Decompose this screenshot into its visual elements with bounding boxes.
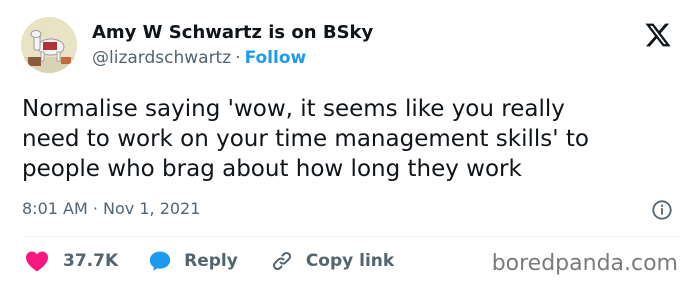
watermark: boredpanda.com (491, 251, 678, 276)
tweet-timestamp[interactable]: 8:01 AM · Nov 1, 2021 (22, 199, 200, 218)
tweet-text-line: people who brag about how long they work (22, 156, 522, 182)
reply-button[interactable]: Reply (148, 249, 238, 273)
divider (22, 236, 678, 237)
tweet-text-line: need to work on your time management ski… (22, 126, 589, 152)
author-handle[interactable]: @lizardschwartz (92, 48, 231, 68)
action-bar: 37.7K Reply Copy link (22, 248, 394, 274)
link-icon (272, 251, 291, 271)
llama-avatar-icon (21, 17, 77, 73)
author-handle-row: @lizardschwartz · Follow (92, 48, 306, 68)
tweet-text-line: Normalise saying 'wow, it seems like you… (22, 96, 565, 122)
heart-icon (26, 251, 48, 272)
like-count: 37.7K (63, 251, 119, 271)
x-logo-icon[interactable] (643, 21, 673, 49)
copy-link-label: Copy link (305, 251, 395, 271)
info-icon[interactable] (651, 199, 673, 221)
separator-dot: · (235, 48, 241, 68)
copy-link-button[interactable]: Copy link (270, 249, 394, 273)
follow-button[interactable]: Follow (245, 48, 307, 68)
like-button[interactable]: 37.7K (25, 250, 118, 272)
author-display-name[interactable]: Amy W Schwartz is on BSky (92, 22, 373, 43)
avatar[interactable] (21, 17, 77, 73)
reply-bubble-icon (149, 251, 171, 271)
tweet-text: Normalise saying 'wow, it seems like you… (22, 94, 682, 184)
reply-label: Reply (184, 251, 238, 271)
